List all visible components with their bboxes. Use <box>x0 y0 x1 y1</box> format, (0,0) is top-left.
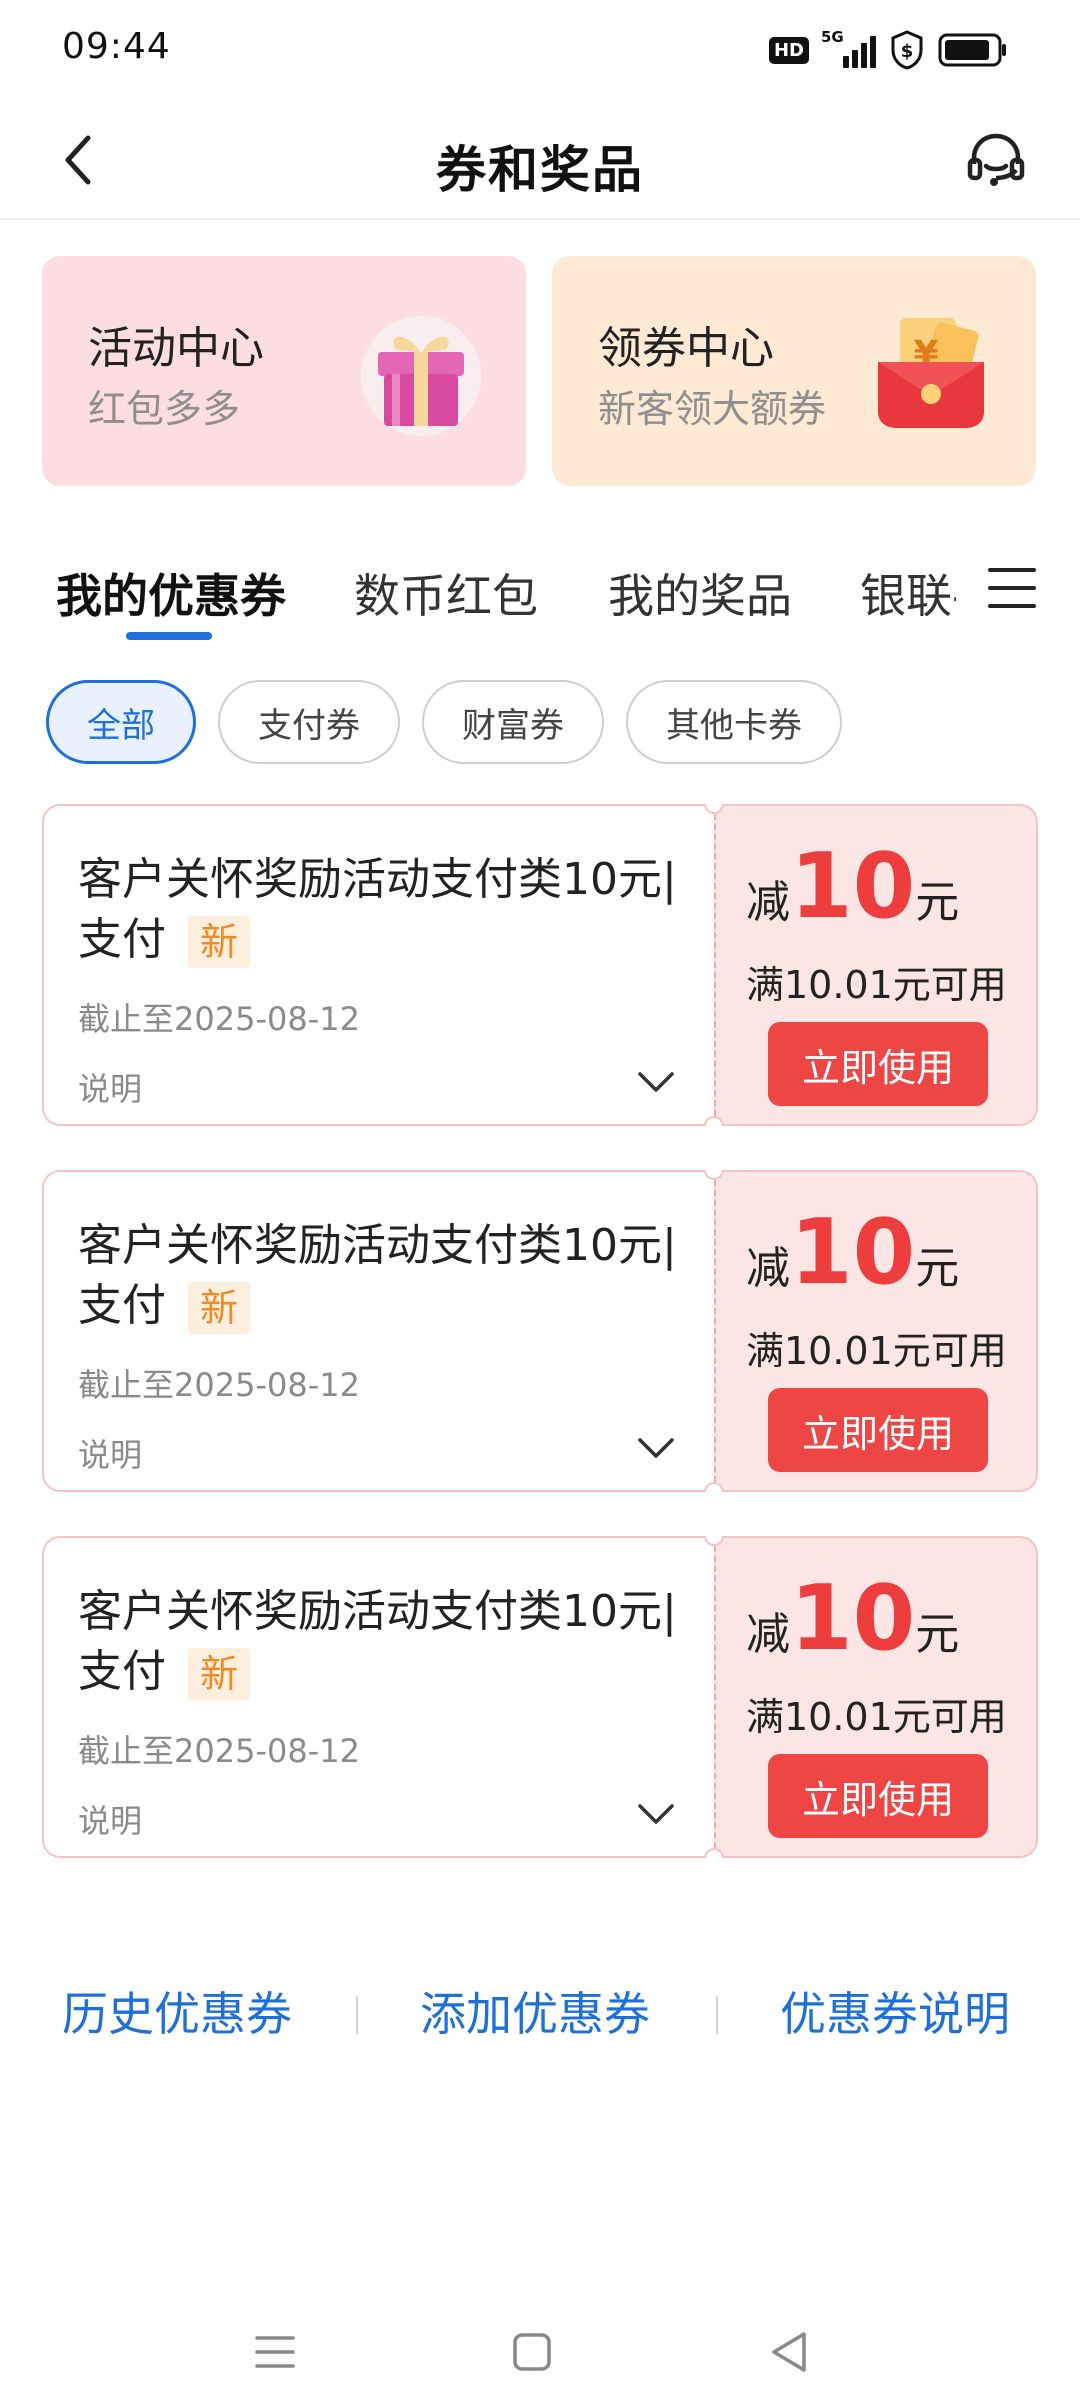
amount-value: 10 <box>790 1566 916 1671</box>
back-triangle-icon[interactable] <box>760 2322 820 2382</box>
chevron-down-icon[interactable] <box>634 1794 678 1834</box>
new-badge: 新 <box>188 1282 251 1334</box>
menu-icon[interactable] <box>984 560 1040 616</box>
filter-chips: 全部 支付券 财富券 其他卡券 <box>46 680 842 764</box>
banner-subtitle: 新客领大额券 <box>598 387 827 431</box>
amount-unit: 元 <box>915 1243 960 1294</box>
reduce-label: 减 <box>746 1243 790 1294</box>
coupon-info: 客户关怀奖励活动支付类10元|支付新 截止至2025-08-12 说明 <box>42 1536 714 1858</box>
use-now-button[interactable]: 立即使用 <box>768 1388 988 1472</box>
use-now-button[interactable]: 立即使用 <box>768 1754 988 1838</box>
coupon-condition: 满10.01元可用 <box>746 963 1007 1007</box>
new-badge: 新 <box>188 916 251 968</box>
coupon-description-toggle[interactable]: 说明 <box>78 1796 142 1842</box>
add-coupon-link[interactable]: 添加优惠券 <box>420 1978 650 2044</box>
header-bar: 券和奖品 <box>0 100 1080 220</box>
filter-payment[interactable]: 支付券 <box>218 680 400 764</box>
coupon-title: 客户关怀奖励活动支付类10元|支付新 <box>78 1216 678 1336</box>
filter-other-cards[interactable]: 其他卡券 <box>626 680 842 764</box>
chevron-down-icon[interactable] <box>634 1428 678 1468</box>
reduce-label: 减 <box>746 877 790 928</box>
coupon-value-panel: 减10元 满10.01元可用 立即使用 <box>714 804 1038 1126</box>
system-nav-bar <box>0 2300 1080 2408</box>
coupon-amount: 减10元 <box>746 1574 959 1674</box>
coupon-amount: 减10元 <box>746 842 959 942</box>
amount-unit: 元 <box>915 1609 960 1660</box>
coupon-amount: 减10元 <box>746 1208 959 1308</box>
tab-unionpay-clip: 银联- <box>860 550 956 630</box>
new-badge: 新 <box>188 1648 251 1700</box>
coupon-title-text: 客户关怀奖励活动支付类10元|支付 <box>78 1586 677 1697</box>
link-divider <box>716 1996 718 2034</box>
amount-value: 10 <box>790 1200 916 1305</box>
amount-unit: 元 <box>915 877 960 928</box>
status-bar: 09:44 HD 5G $ <box>0 0 1080 96</box>
coupon-description-toggle[interactable]: 说明 <box>78 1064 142 1110</box>
coupon-expiry: 截止至2025-08-12 <box>78 1732 360 1770</box>
coupon-condition: 满10.01元可用 <box>746 1695 1007 1739</box>
coupon-center-card[interactable]: 领券中心 新客领大额券 ¥ <box>552 256 1036 486</box>
red-envelope-icon: ¥ <box>878 318 984 428</box>
tab-unionpay[interactable]: 银联- <box>860 560 956 626</box>
svg-text:$: $ <box>901 41 914 62</box>
network-type-label: 5G <box>821 28 844 46</box>
coupon-title: 客户关怀奖励活动支付类10元|支付新 <box>78 850 678 970</box>
coupon-condition: 满10.01元可用 <box>746 1329 1007 1373</box>
tab-my-prizes[interactable]: 我的奖品 <box>608 560 792 626</box>
banner-title: 活动中心 <box>88 323 264 374</box>
reduce-label: 减 <box>746 1609 790 1660</box>
coupon-card[interactable]: 客户关怀奖励活动支付类10元|支付新 截止至2025-08-12 说明 减10元… <box>42 1536 1038 1858</box>
filter-all[interactable]: 全部 <box>46 680 196 764</box>
page-title: 券和奖品 <box>436 141 644 199</box>
amount-value: 10 <box>790 834 916 939</box>
coupon-description-toggle[interactable]: 说明 <box>78 1430 142 1476</box>
headset-icon[interactable] <box>962 126 1030 194</box>
coupon-value-panel: 减10元 满10.01元可用 立即使用 <box>714 1170 1038 1492</box>
use-now-button[interactable]: 立即使用 <box>768 1022 988 1106</box>
banner-title: 领券中心 <box>598 323 774 374</box>
coupon-expiry: 截止至2025-08-12 <box>78 1000 360 1038</box>
history-coupons-link[interactable]: 历史优惠券 <box>62 1978 292 2044</box>
coupon-tabs: 我的优惠券 数币红包 我的奖品 银联- <box>0 550 1080 650</box>
coupon-info-link[interactable]: 优惠券说明 <box>780 1978 1010 2044</box>
gift-box-icon <box>361 316 481 436</box>
status-icons: HD 5G $ <box>768 28 1008 72</box>
active-tab-indicator <box>126 632 212 640</box>
coupon-title-text: 客户关怀奖励活动支付类10元|支付 <box>78 1220 677 1331</box>
status-time: 09:44 <box>62 26 171 67</box>
coupon-expiry: 截止至2025-08-12 <box>78 1366 360 1404</box>
coupon-card[interactable]: 客户关怀奖励活动支付类10元|支付新 截止至2025-08-12 说明 减10元… <box>42 1170 1038 1492</box>
battery-icon <box>938 33 1006 67</box>
coupon-value-panel: 减10元 满10.01元可用 立即使用 <box>714 1536 1038 1858</box>
tab-my-coupons[interactable]: 我的优惠券 <box>56 560 286 626</box>
signal-5g-icon: 5G <box>821 28 876 68</box>
coupon-title: 客户关怀奖励活动支付类10元|支付新 <box>78 1582 678 1702</box>
recent-apps-icon[interactable] <box>245 2322 305 2382</box>
shield-dollar-icon: $ <box>891 30 923 70</box>
filter-wealth[interactable]: 财富券 <box>422 680 604 764</box>
banner-subtitle: 红包多多 <box>88 387 241 431</box>
chevron-down-icon[interactable] <box>634 1062 678 1102</box>
coupon-title-text: 客户关怀奖励活动支付类10元|支付 <box>78 854 677 965</box>
coupon-card[interactable]: 客户关怀奖励活动支付类10元|支付新 截止至2025-08-12 说明 减10元… <box>42 804 1038 1126</box>
footer-links: 历史优惠券 添加优惠券 优惠券说明 <box>0 1978 1080 2048</box>
coupon-info: 客户关怀奖励活动支付类10元|支付新 截止至2025-08-12 说明 <box>42 1170 714 1492</box>
tab-digital-red-packet[interactable]: 数币红包 <box>354 560 538 626</box>
hd-icon: HD <box>768 36 809 64</box>
activity-center-card[interactable]: 活动中心 红包多多 <box>42 256 526 486</box>
home-icon[interactable] <box>502 2322 562 2382</box>
link-divider <box>356 1996 358 2034</box>
coupon-info: 客户关怀奖励活动支付类10元|支付新 截止至2025-08-12 说明 <box>42 804 714 1126</box>
